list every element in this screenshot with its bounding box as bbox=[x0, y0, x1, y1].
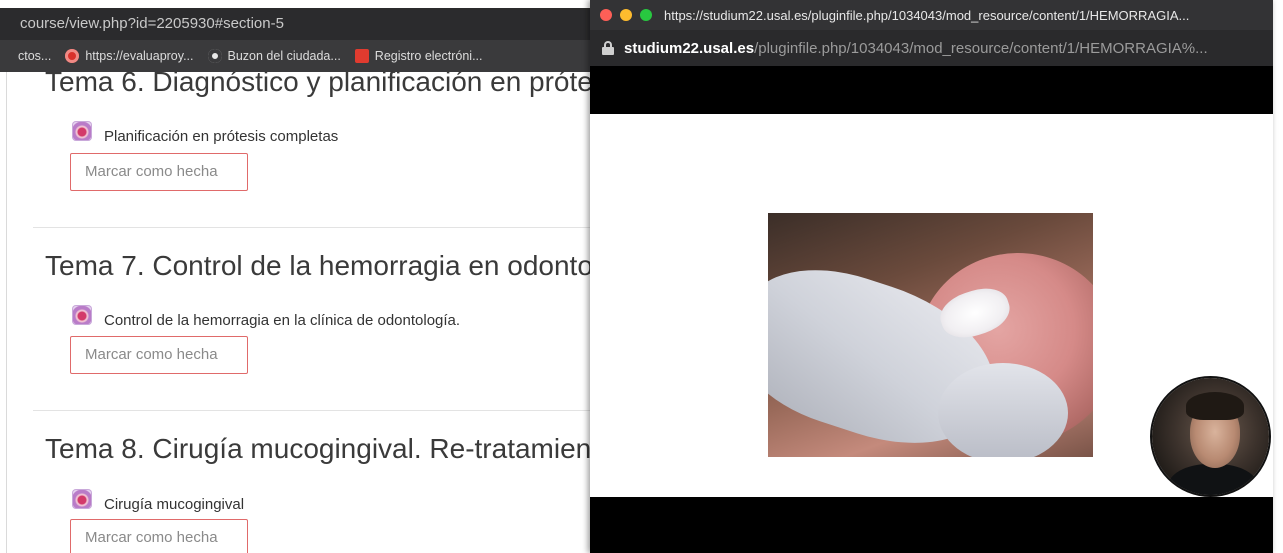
activity-link[interactable]: Control de la hemorragia en la clínica d… bbox=[72, 305, 461, 330]
resource-icon bbox=[72, 305, 92, 325]
letterbox-bottom bbox=[590, 497, 1273, 553]
mark-done-button[interactable]: Marcar como hecha bbox=[70, 153, 248, 191]
bookmark-item[interactable]: https://evaluaproy... bbox=[65, 49, 194, 63]
resource-icon bbox=[72, 121, 92, 141]
red-document-icon bbox=[354, 49, 369, 63]
page-left-border bbox=[6, 72, 7, 553]
mark-done-button[interactable]: Marcar como hecha bbox=[70, 336, 248, 374]
url-text: course/view.php?id=2205930#section-5 bbox=[20, 15, 284, 32]
bookmark-item[interactable]: Buzon del ciudada... bbox=[207, 49, 341, 63]
lock-icon bbox=[602, 41, 614, 55]
activity-link[interactable]: Cirugía mucogingival bbox=[72, 489, 245, 514]
section-divider bbox=[33, 227, 600, 228]
popup-title: https://studium22.usal.es/pluginfile.php… bbox=[664, 7, 1190, 23]
activity-label: Cirugía mucogingival bbox=[104, 495, 245, 513]
activity-link[interactable]: Planificación en prótesis completas bbox=[72, 121, 339, 146]
bookmark-item[interactable]: ctos... bbox=[18, 49, 51, 63]
bookmark-label: Buzon del ciudada... bbox=[227, 49, 341, 63]
section-title-tema-7: Tema 7. Control de la hemorragia en odon… bbox=[45, 250, 600, 281]
popup-titlebar: https://studium22.usal.es/pluginfile.php… bbox=[590, 0, 1273, 30]
minimize-window-icon[interactable] bbox=[620, 9, 632, 21]
presenter-webcam bbox=[1152, 378, 1269, 495]
section-title-tema-8: Tema 8. Cirugía mucogingival. Re-tratami… bbox=[45, 433, 600, 464]
address-bar[interactable]: course/view.php?id=2205930#section-5 bbox=[0, 8, 600, 40]
resource-icon bbox=[72, 489, 92, 509]
github-style-icon bbox=[207, 49, 222, 63]
close-window-icon[interactable] bbox=[600, 9, 612, 21]
bookmark-item[interactable]: Registro electróni... bbox=[354, 49, 483, 63]
moodle-browser-window: course/view.php?id=2205930#section-5 cto… bbox=[0, 0, 600, 553]
activity-label: Planificación en prótesis completas bbox=[104, 127, 339, 145]
dental-procedure-photo bbox=[768, 213, 1093, 457]
popup-address-bar[interactable]: studium22.usal.es /pluginfile.php/103404… bbox=[590, 30, 1273, 66]
section-divider bbox=[33, 410, 600, 411]
activity-label: Control de la hemorragia en la clínica d… bbox=[104, 311, 461, 329]
mark-done-button[interactable]: Marcar como hecha bbox=[70, 519, 248, 553]
bookmark-label: ctos... bbox=[18, 49, 52, 63]
bookmark-label: https://evaluaproy... bbox=[85, 49, 194, 63]
maximize-window-icon[interactable] bbox=[640, 9, 652, 21]
section-title-tema-6: Tema 6. Diagnóstico y planificación en p… bbox=[45, 66, 600, 97]
address-host: studium22.usal.es bbox=[624, 39, 755, 57]
red-badge-icon bbox=[65, 49, 80, 63]
bookmark-label: Registro electróni... bbox=[374, 49, 483, 63]
address-path: /pluginfile.php/1034043/mod_resource/con… bbox=[754, 39, 1208, 57]
letterbox-top bbox=[590, 66, 1273, 114]
